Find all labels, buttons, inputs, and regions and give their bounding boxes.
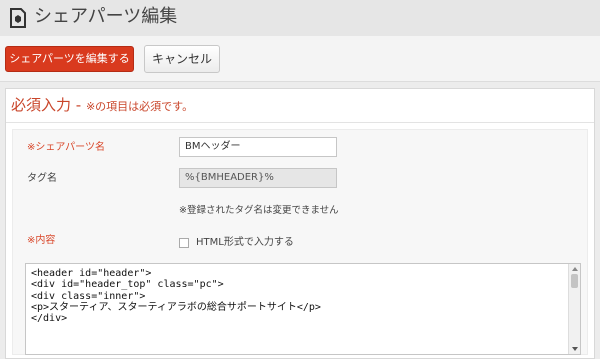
scrollbar-thumb[interactable] [571, 274, 578, 288]
form-area: ※シェアパーツ名 BMヘッダー タグ名 %{BMHEADER}% ※登録されたタ… [12, 129, 588, 355]
edit-share-parts-button[interactable]: シェアパーツを編集する [5, 46, 134, 72]
tag-name-hint: ※登録されたタグ名は変更できません [179, 205, 339, 216]
code-line: </div> [31, 313, 68, 325]
share-parts-name-label: ※シェアパーツ名 [27, 142, 105, 153]
share-parts-icon [10, 8, 26, 28]
code-line: <div class="inner"> [31, 290, 146, 302]
html-format-checkbox[interactable] [179, 238, 189, 248]
page-title: シェアパーツ編集 [34, 6, 178, 27]
required-note: ※の項目は必須です。 [85, 100, 194, 113]
code-line: <p>スターティア、スターティアラボの総合サポートサイト</p> [31, 301, 321, 313]
tag-name-label: タグ名 [27, 173, 57, 184]
section-heading-text: 必須入力 - [11, 96, 82, 114]
section-heading: 必須入力 - ※の項目は必須です。 [11, 95, 193, 117]
scroll-up-icon[interactable] [572, 267, 578, 271]
content-label: ※内容 [27, 235, 56, 246]
textarea-scrollbar[interactable] [568, 264, 580, 354]
panel-header: 必須入力 - ※の項目は必須です。 [6, 89, 594, 123]
html-format-checkbox-label[interactable]: HTML形式で入力する [196, 236, 294, 250]
required-input-panel: 必須入力 - ※の項目は必須です。 ※シェアパーツ名 BMヘッダー タグ名 %{… [5, 88, 595, 359]
code-line: <div id="header_top" class="pc"> [31, 279, 224, 291]
share-parts-name-input[interactable]: BMヘッダー [179, 137, 337, 157]
action-bar: シェアパーツを編集する キャンセル [0, 36, 600, 82]
tag-name-field: %{BMHEADER}% [179, 168, 337, 188]
code-line: <header id="header"> [31, 268, 152, 279]
cancel-button[interactable]: キャンセル [144, 45, 220, 73]
title-bar: シェアパーツ編集 [0, 0, 600, 36]
content-textarea[interactable]: <header id="header"> <div id="header_top… [25, 263, 581, 355]
scroll-down-icon[interactable] [572, 347, 578, 351]
